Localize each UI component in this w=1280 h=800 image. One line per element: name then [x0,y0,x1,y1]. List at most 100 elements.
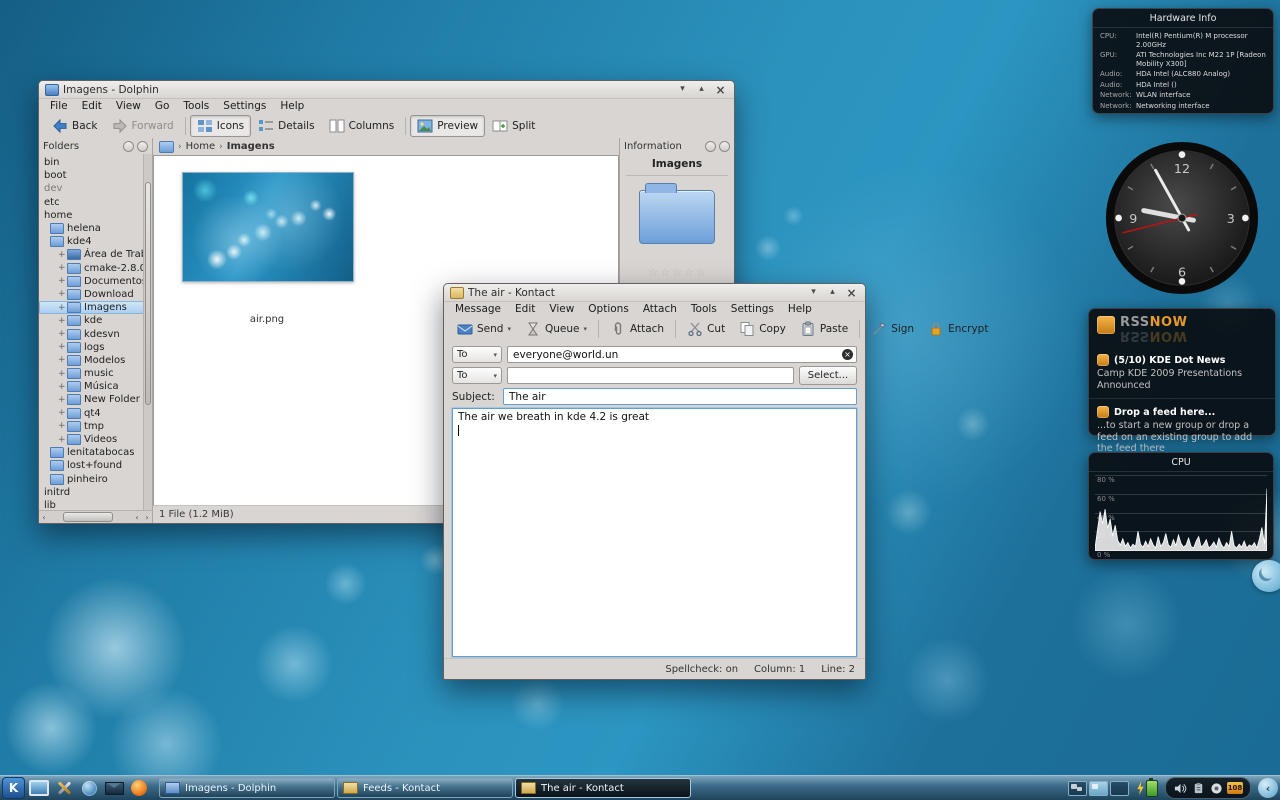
menu-item[interactable]: Options [581,303,636,315]
columns-view-button[interactable]: Columns [322,115,402,137]
chat-icon[interactable] [1209,781,1223,795]
kde-menu-button[interactable] [2,777,25,799]
menu-item[interactable]: View [542,303,581,315]
pager-desktop-2[interactable] [1089,781,1108,796]
mail-launcher[interactable] [103,778,125,798]
pager-desktop-1[interactable] [1068,781,1087,796]
calendar-badge[interactable]: 108 [1227,782,1243,794]
folder-tree-item[interactable]: Videos [39,433,144,446]
menu-item[interactable]: Tools [684,303,724,315]
back-button[interactable]: Back [45,115,105,137]
folder-tree-item[interactable]: kde4 [39,235,144,248]
forward-button[interactable]: Forward [105,115,181,137]
close-icon[interactable] [713,83,728,96]
breadcrumb-current[interactable]: Imagens [227,141,275,152]
folder-tree-item[interactable]: Documentos [39,275,144,288]
menu-item[interactable]: Settings [724,303,781,315]
task-button[interactable]: Imagens - Dolphin [159,778,335,798]
folder-tree-item[interactable]: bin [39,156,144,169]
subject-input[interactable]: The air [503,388,857,405]
folder-tree-item[interactable]: tmp [39,420,144,433]
icons-view-button[interactable]: Icons [190,115,251,137]
feed-item[interactable]: (5/10) KDE Dot News Camp KDE 2009 Presen… [1089,350,1275,393]
panel-close-icon[interactable] [719,141,730,152]
tree-expander-icon[interactable] [58,276,67,286]
menu-item[interactable]: Help [273,100,311,112]
panel-float-icon[interactable] [123,141,134,152]
feed-item[interactable]: Drop a feed here... ...to start a new gr… [1089,398,1275,457]
tree-expander-icon[interactable] [58,355,67,365]
folder-tree-item[interactable]: dev [39,182,144,195]
tree-expander-icon[interactable] [58,303,67,313]
folder-tree-item[interactable]: etc [39,196,144,209]
folder-tree-item[interactable]: lenitatabocas [39,446,144,459]
panel-toolbox-cashew[interactable] [1258,778,1278,798]
dolphin-titlebar[interactable]: Imagens - Dolphin [39,81,734,99]
minimize-icon[interactable] [675,83,690,96]
folders-vertical-scrollbar[interactable] [143,154,152,510]
tree-expander-icon[interactable] [58,329,67,339]
dropdown-icon[interactable] [583,325,587,333]
battery-indicator[interactable] [1136,780,1158,797]
tree-expander-icon[interactable] [58,289,67,299]
folder-tree-item[interactable]: pinheiro [39,473,144,486]
minimize-icon[interactable] [806,286,821,299]
attach-button[interactable]: Attach [603,318,671,340]
system-settings-launcher[interactable] [53,778,75,798]
folder-tree-item[interactable]: lost+found [39,459,144,472]
folder-tree-item[interactable]: kdesvn [39,327,144,340]
folder-tree-item[interactable]: Imagens [39,301,144,314]
scroll-left-icon[interactable]: ‹ [39,513,49,522]
send-button[interactable]: Send [450,318,518,340]
menu-item[interactable]: File [43,100,75,112]
tree-expander-icon[interactable] [58,250,67,260]
file-thumbnail-air-png[interactable] [182,172,354,282]
breadcrumb-home[interactable]: Home [186,141,216,152]
web-browser-launcher[interactable] [78,778,100,798]
folder-tree-item[interactable]: qt4 [39,407,144,420]
menu-item[interactable]: Edit [508,303,542,315]
split-button[interactable]: Split [485,115,542,137]
volume-icon[interactable] [1173,781,1187,795]
close-icon[interactable] [844,286,859,299]
scroll-left-icon[interactable]: ‹ [132,513,142,522]
preview-button[interactable]: Preview [410,115,485,137]
folder-tree-item[interactable]: home [39,209,144,222]
folder-tree-item[interactable]: Modelos [39,354,144,367]
folder-tree-item[interactable]: helena [39,222,144,235]
folder-tree-item[interactable]: Música [39,380,144,393]
menu-item[interactable]: View [109,100,148,112]
tree-expander-icon[interactable] [58,342,67,352]
tree-expander-icon[interactable] [58,395,67,405]
menu-item[interactable]: Go [148,100,177,112]
pager-desktop-3[interactable] [1110,781,1129,796]
menu-item[interactable]: Edit [75,100,109,112]
queue-button[interactable]: Queue [518,318,594,340]
klipper-icon[interactable] [1191,781,1205,795]
to-input[interactable]: everyone@world.un × [507,346,857,363]
folder-tree-item[interactable]: kde [39,314,144,327]
task-button[interactable]: The air - Kontact [515,778,691,798]
analog-clock-widget[interactable]: 12 3 6 9 [1104,140,1260,296]
scrollbar-thumb[interactable] [63,512,113,522]
scrollbar-thumb[interactable] [145,182,151,405]
cut-button[interactable]: Cut [680,318,732,340]
tree-expander-icon[interactable] [58,408,67,418]
tree-expander-icon[interactable] [58,421,67,431]
folder-tree-item[interactable]: New Folder [39,393,144,406]
select-recipient-button[interactable]: Select... [799,366,857,385]
folder-tree-item[interactable]: cmake-2.8.0-Linu [39,262,144,275]
folder-tree-item[interactable]: Área de Trabalho [39,248,144,261]
maximize-icon[interactable] [825,286,840,299]
tree-expander-icon[interactable] [58,435,67,445]
desktop-toolbox-cashew[interactable] [1252,560,1280,592]
show-desktop-launcher[interactable] [28,778,50,798]
task-button[interactable]: Feeds - Kontact [337,778,513,798]
menu-item[interactable]: Help [781,303,819,315]
tree-expander-icon[interactable] [58,369,67,379]
firefox-launcher[interactable] [128,778,150,798]
copy-button[interactable]: Copy [732,318,793,340]
folder-tree-item[interactable]: logs [39,341,144,354]
panel-float-icon[interactable] [705,141,716,152]
maximize-icon[interactable] [694,83,709,96]
